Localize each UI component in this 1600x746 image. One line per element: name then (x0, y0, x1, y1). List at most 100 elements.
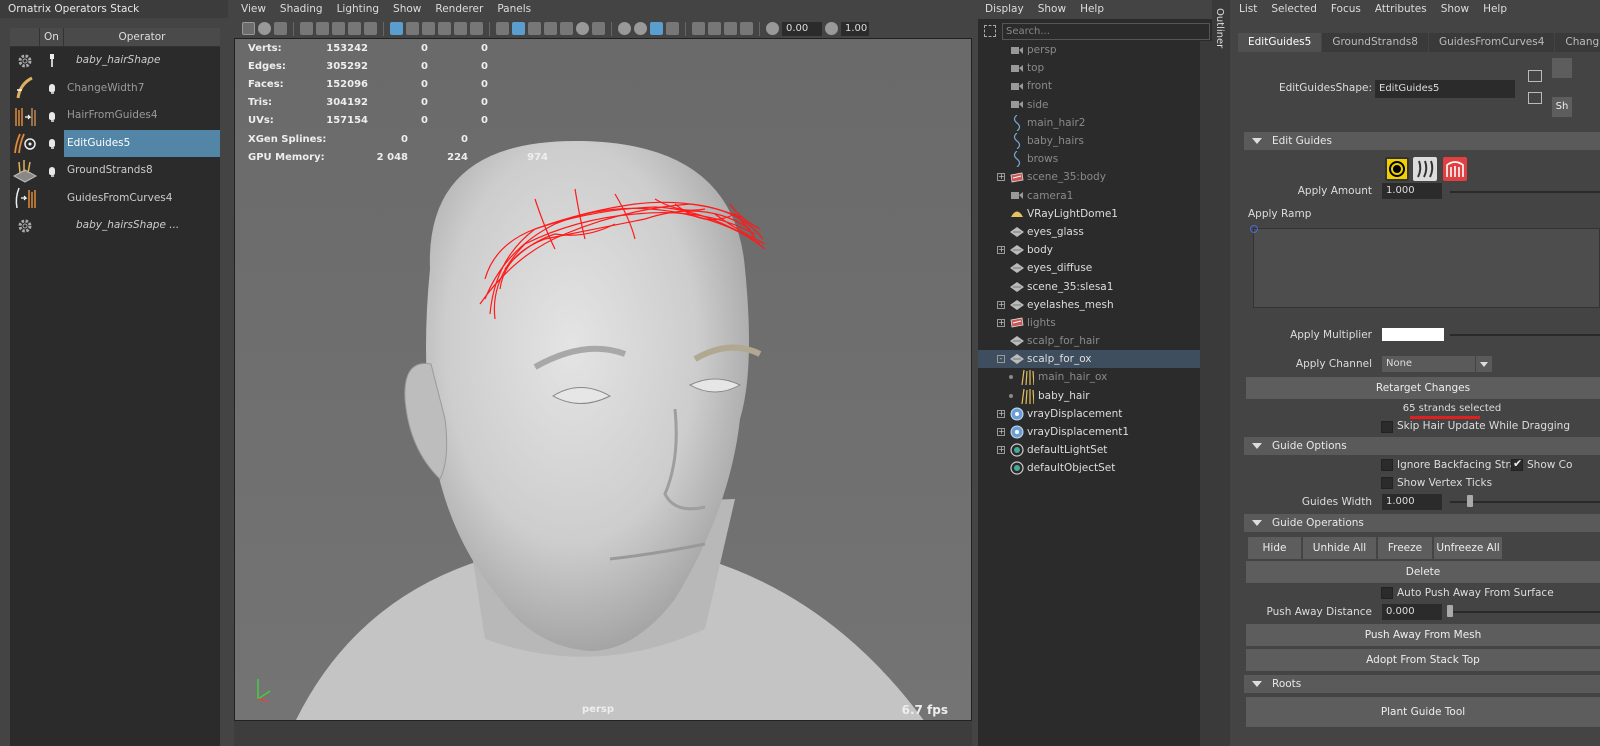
outliner-item-front[interactable]: front (978, 77, 1200, 95)
section-guide-options[interactable]: Guide Options (1244, 437, 1600, 455)
shape-name-field[interactable]: EditGuides5 (1375, 80, 1515, 98)
guides-width-field[interactable]: 1.000 (1382, 494, 1442, 510)
unhide-all-button[interactable]: Unhide All (1303, 537, 1376, 559)
outliner-search-input[interactable]: Search... (1002, 23, 1210, 40)
menu-focus[interactable]: Focus (1324, 0, 1368, 19)
unfreeze-all-button[interactable]: Unfreeze All (1434, 537, 1502, 559)
camera-attributes-icon[interactable] (300, 22, 313, 35)
outliner-item-defaultobjectset[interactable]: defaultObjectSet (978, 459, 1200, 477)
outliner-item-scene-35-body[interactable]: + scene_35:body (978, 168, 1200, 186)
operator-row-groundstrands8[interactable]: GroundStrands8 (10, 157, 220, 185)
outliner-item-vraylightdome1[interactable]: VRayLightDome1 (978, 205, 1200, 223)
menu-shading[interactable]: Shading (273, 0, 330, 19)
exposure-icon[interactable] (766, 22, 779, 35)
menu-display[interactable]: Display (978, 0, 1031, 19)
exposure-field[interactable]: 0.00 (782, 21, 822, 36)
notes-button[interactable] (1552, 58, 1572, 78)
outliner-item-main-hair2[interactable]: main_hair2 (978, 114, 1200, 132)
push-distance-field[interactable]: 0.000 (1382, 604, 1442, 620)
outliner-item-side[interactable]: side (978, 96, 1200, 114)
grid-icon[interactable] (390, 22, 403, 35)
operator-on-toggle[interactable] (40, 139, 64, 150)
outliner-item-baby-hair[interactable]: baby_hair (978, 387, 1200, 405)
menu-show[interactable]: Show (1031, 0, 1073, 19)
expand-icon[interactable]: + (997, 446, 1005, 455)
chevron-down-icon[interactable] (1475, 356, 1492, 372)
freeze-button[interactable]: Freeze (1378, 537, 1432, 559)
outliner-item-eyes-glass[interactable]: eyes_glass (978, 223, 1200, 241)
brush-mode-icon[interactable] (1385, 157, 1409, 181)
presets-icon[interactable] (1528, 92, 1542, 104)
menu-help[interactable]: Help (1073, 0, 1111, 19)
header-operator[interactable]: Operator (64, 28, 220, 46)
menu-view[interactable]: View (234, 0, 273, 19)
3d-viewport[interactable]: Verts: 153242 0 0 Edges: 305292 0 0 Faces: 1520… (234, 38, 972, 721)
comb-mode-icon[interactable] (1413, 157, 1437, 181)
2d-pan-icon[interactable] (332, 22, 345, 35)
grease-pencil-icon[interactable] (348, 22, 361, 35)
collapse-icon[interactable]: - (997, 355, 1005, 364)
push-away-from-mesh-button[interactable]: Push Away From Mesh (1246, 624, 1600, 646)
bookmark-flag-icon[interactable] (364, 22, 377, 35)
gamma-field[interactable]: 1.00 (841, 21, 869, 36)
cut-mode-icon[interactable] (1443, 157, 1467, 181)
outliner-item-vraydisplacement[interactable]: + vrayDisplacement (978, 405, 1200, 423)
gamma-icon[interactable] (825, 22, 838, 35)
menu-attributes[interactable]: Attributes (1368, 0, 1434, 19)
lights-icon[interactable] (576, 22, 589, 35)
image-plane-icon[interactable] (316, 22, 329, 35)
outliner-item-eyelashes-mesh[interactable]: + eyelashes_mesh (978, 296, 1200, 314)
menu-help[interactable]: Help (1476, 0, 1514, 19)
wireframe-icon[interactable] (496, 22, 509, 35)
expand-icon[interactable]: + (997, 318, 1005, 327)
tab-groundstrands8[interactable]: GroundStrands8 (1322, 33, 1428, 52)
outliner-item-vraydisplacement1[interactable]: + vrayDisplacement1 (978, 423, 1200, 441)
outliner-item-main-hair-ox[interactable]: main_hair_ox (978, 368, 1200, 386)
outliner-scrollbar[interactable] (1200, 41, 1212, 746)
expand-icon[interactable]: + (997, 409, 1005, 418)
xray-active-icon[interactable] (724, 22, 737, 35)
operator-on-toggle[interactable] (40, 53, 64, 68)
header-on[interactable]: On (40, 28, 64, 46)
expand-icon[interactable]: + (997, 428, 1005, 437)
delete-button[interactable]: Delete (1246, 561, 1600, 583)
apply-amount-field[interactable]: 1.000 (1382, 183, 1442, 199)
outliner-item-baby-hairs[interactable]: baby_hairs (978, 132, 1200, 150)
outliner-item-brows[interactable]: brows (978, 150, 1200, 168)
antialiasing-icon[interactable] (650, 22, 663, 35)
operator-on-toggle[interactable] (40, 111, 64, 122)
apply-ramp-editor[interactable] (1250, 225, 1600, 308)
expand-icon[interactable]: + (997, 173, 1005, 182)
shadows-icon[interactable] (592, 22, 605, 35)
adopt-from-stack-top-button[interactable]: Adopt From Stack Top (1246, 649, 1600, 671)
outliner-side-tab[interactable]: Outliner (1212, 0, 1230, 746)
menu-panels[interactable]: Panels (490, 0, 538, 19)
show-vertex-ticks-checkbox[interactable] (1381, 477, 1393, 489)
resolution-gate-icon[interactable] (422, 22, 435, 35)
outliner-item-defaultlightset[interactable]: + defaultLightSet (978, 441, 1200, 459)
tab-editguides5[interactable]: EditGuides5 (1238, 33, 1322, 52)
outliner-item-scene-35-slesa1[interactable]: scene_35:slesa1 (978, 277, 1200, 295)
operator-on-toggle[interactable] (40, 166, 64, 177)
outliner-item-top[interactable]: top (978, 59, 1200, 77)
outliner-item-scalp-for-hair[interactable]: scalp_for_hair (978, 332, 1200, 350)
isolate-select-icon[interactable] (692, 22, 705, 35)
menu-lighting[interactable]: Lighting (330, 0, 386, 19)
section-guide-operations[interactable]: Guide Operations (1244, 514, 1600, 532)
operator-row-changewidth7[interactable]: ChangeWidth7 (10, 75, 220, 103)
retarget-changes-button[interactable]: Retarget Changes (1246, 377, 1600, 399)
search-options-icon[interactable] (984, 25, 996, 37)
push-distance-slider[interactable] (1450, 611, 1600, 613)
outliner-item-lights[interactable]: + lights (978, 314, 1200, 332)
gate-mask-icon[interactable] (438, 22, 451, 35)
push-distance-slider-knob[interactable] (1447, 605, 1453, 617)
select-camera-icon[interactable] (242, 22, 255, 35)
color-management-icon[interactable] (740, 22, 753, 35)
depth-of-field-icon[interactable] (666, 22, 679, 35)
textured-icon[interactable] (560, 22, 573, 35)
motion-blur-icon[interactable] (634, 22, 647, 35)
apply-amount-slider[interactable] (1450, 191, 1600, 193)
auto-push-checkbox[interactable] (1381, 587, 1393, 599)
expand-icon[interactable]: + (997, 300, 1005, 309)
safe-action-icon[interactable] (470, 22, 483, 35)
